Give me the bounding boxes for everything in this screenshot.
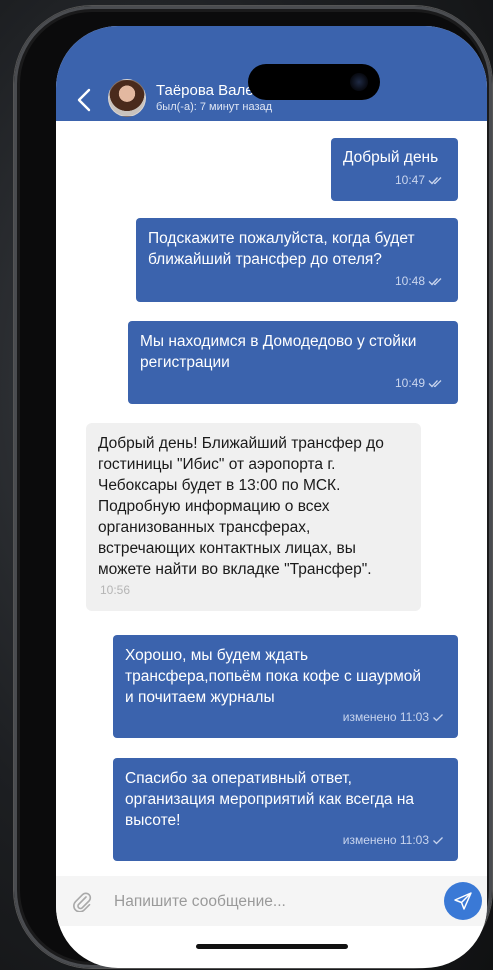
message-bubble-outgoing[interactable]: Мы находимся в Домодедово у стойки регис… bbox=[128, 321, 458, 404]
paper-plane-icon bbox=[454, 892, 472, 910]
paperclip-icon[interactable] bbox=[72, 890, 92, 912]
message-bubble-outgoing[interactable]: Добрый день 10:47 bbox=[331, 138, 458, 201]
message-time: 10:47 bbox=[395, 170, 444, 191]
double-check-icon bbox=[428, 177, 442, 185]
message-bubble-outgoing[interactable]: Подскажите пожалуйста, когда будет ближа… bbox=[136, 218, 458, 302]
last-seen-status: был(-а): 7 минут назад bbox=[156, 101, 273, 113]
check-icon bbox=[433, 714, 443, 722]
front-camera bbox=[350, 73, 368, 91]
message-time: 10:49 bbox=[395, 373, 444, 394]
phone-frame: Таёрова Валентина Борисовна был(-а): 7 м… bbox=[14, 6, 492, 968]
check-icon bbox=[433, 837, 443, 845]
back-chevron-icon[interactable] bbox=[76, 88, 92, 112]
dynamic-island bbox=[248, 64, 380, 100]
message-list[interactable]: Добрый день 10:47 Подскажите пожалуйста,… bbox=[56, 121, 487, 876]
message-text: Подскажите пожалуйста, когда будет ближа… bbox=[148, 230, 415, 268]
message-text: Добрый день! Ближайший трансфер до гости… bbox=[98, 435, 384, 578]
message-text: Добрый день bbox=[343, 149, 439, 166]
contact-avatar[interactable] bbox=[108, 79, 146, 117]
message-text: Хорошо, мы будем ждать трансфера,попьём … bbox=[125, 647, 422, 706]
double-check-icon bbox=[428, 278, 442, 286]
message-time: изменено 11:03 bbox=[343, 707, 444, 728]
double-check-icon bbox=[428, 380, 442, 388]
message-time: 10:56 bbox=[100, 583, 131, 597]
message-bubble-outgoing[interactable]: Хорошо, мы будем ждать трансфера,попьём … bbox=[113, 635, 458, 738]
message-text: Мы находимся в Домодедово у стойки регис… bbox=[140, 333, 417, 371]
message-bubble-incoming[interactable]: Добрый день! Ближайший трансфер до гости… bbox=[86, 423, 421, 611]
home-indicator[interactable] bbox=[196, 944, 348, 949]
message-text: Спасибо за оперативный ответ, организаци… bbox=[125, 770, 415, 829]
message-time: 10:48 bbox=[395, 271, 444, 292]
message-input[interactable] bbox=[112, 886, 416, 918]
message-composer bbox=[56, 876, 487, 926]
message-bubble-outgoing[interactable]: Спасибо за оперативный ответ, организаци… bbox=[113, 758, 458, 861]
send-button[interactable] bbox=[444, 882, 482, 920]
app-screen: Таёрова Валентина Борисовна был(-а): 7 м… bbox=[56, 26, 487, 968]
message-time: изменено 11:03 bbox=[343, 830, 444, 851]
